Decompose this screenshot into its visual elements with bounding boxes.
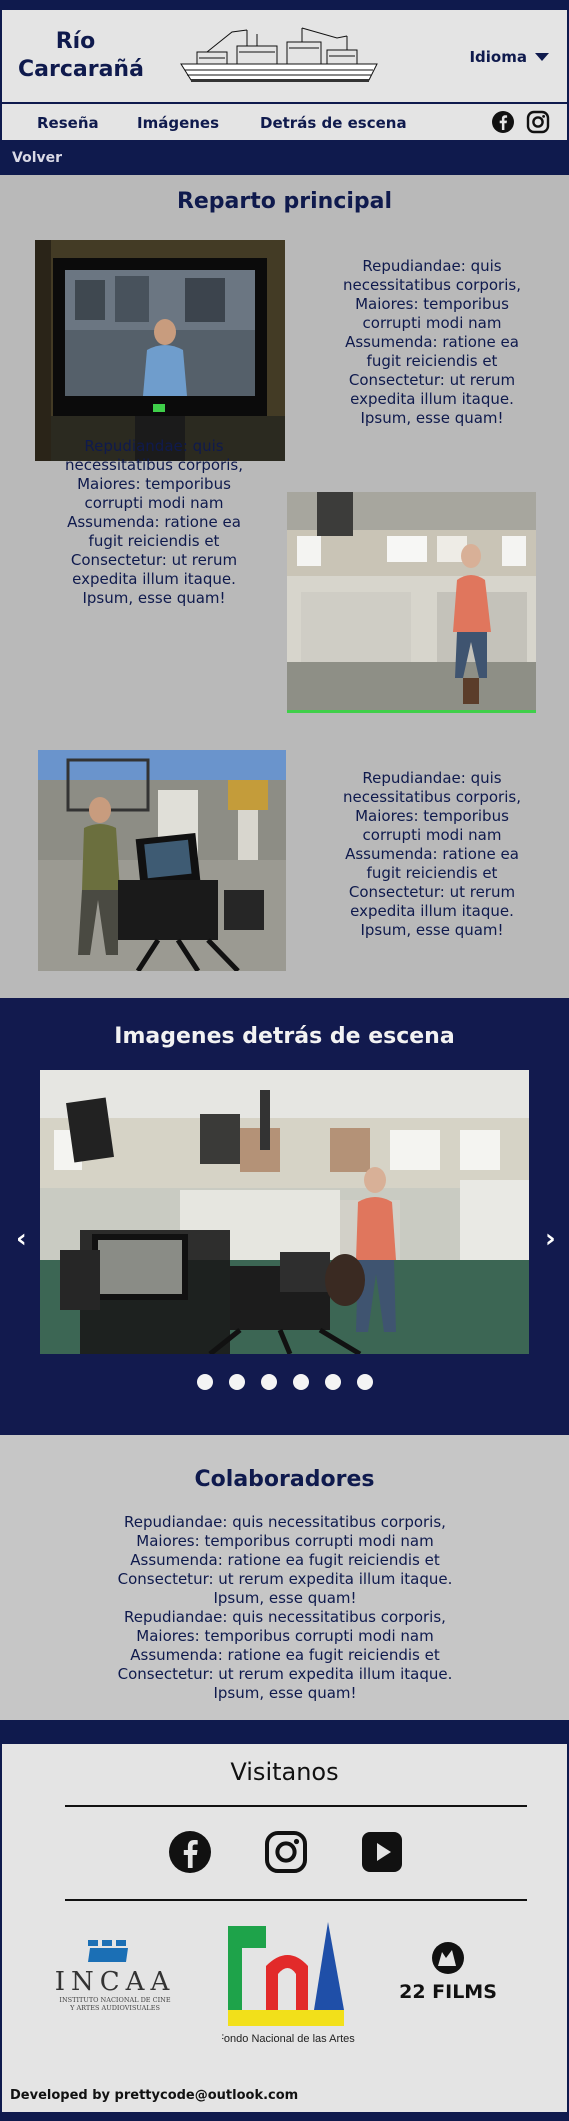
gallery-title: Imagenes detrás de escena <box>114 1024 455 1049</box>
gallery-section: Imagenes detrás de escena ‹ › <box>0 998 569 1435</box>
chevron-left-icon[interactable]: ‹ <box>16 1224 27 1254</box>
facebook-icon[interactable] <box>168 1830 212 1874</box>
nav-tab-resena[interactable]: Reseña <box>37 114 99 132</box>
site-logo-text[interactable]: Río Carcarañá <box>18 28 144 84</box>
incaa-logo[interactable]: INCAA INSTITUTO NACIONAL DE CINE Y ARTES… <box>50 1938 180 2018</box>
cast-bio-2: Repudiandae: quis necessitatibus corpori… <box>65 437 243 607</box>
brand-line-2: Carcarañá <box>18 57 144 82</box>
cast-bio-3: Repudiandae: quis necessitatibus corpori… <box>343 769 521 939</box>
back-link[interactable]: Volver <box>12 150 62 166</box>
brand-line-1: Río <box>55 29 96 54</box>
language-dropdown[interactable]: Idioma <box>469 48 549 66</box>
site-footer: Visitanos INCAA INSTITUTO NACIONAL DE CI… <box>0 1744 569 2112</box>
section-divider <box>0 1720 569 1744</box>
incaa-subtitle-1: INSTITUTO NACIONAL DE CINE <box>59 1996 170 2004</box>
incaa-subtitle-2: Y ARTES AUDIOVISUALES <box>69 2004 160 2012</box>
instagram-icon[interactable] <box>264 1830 308 1874</box>
carousel-dot-4[interactable] <box>292 1374 309 1390</box>
carousel-dot-3[interactable] <box>260 1374 277 1390</box>
ship-illustration <box>180 27 378 82</box>
incaa-wordmark: INCAA <box>55 1967 175 1997</box>
cast-bio-1: Repudiandae: quis necessitatibus corpori… <box>343 257 521 427</box>
cast-photo-2 <box>287 492 536 713</box>
fna-caption: Fondo Nacional de las Artes <box>222 2033 355 2045</box>
carousel-indicators <box>0 1374 569 1390</box>
gallery-slide[interactable] <box>40 1070 529 1354</box>
22-films-logo[interactable]: 22 FILMS <box>390 1940 510 2010</box>
developer-credit[interactable]: Developed by prettycode@outlook.com <box>10 2088 298 2103</box>
collaborators-section: Colaboradores Repudiandae: quis necessit… <box>0 1435 569 1720</box>
facebook-icon[interactable] <box>491 110 515 134</box>
collaborators-paragraph-2: Repudiandae: quis necessitatibus corpori… <box>117 1608 453 1702</box>
nav-tab-detras-de-escena[interactable]: Detrás de escena <box>260 114 407 132</box>
collaborators-title: Colaboradores <box>194 1467 375 1492</box>
carousel-dot-6[interactable] <box>356 1374 373 1390</box>
site-header: Río Carcarañá Idioma <box>0 8 569 104</box>
nav-tab-imagenes[interactable]: Imágenes <box>137 114 219 132</box>
collaborators-paragraph-1: Repudiandae: quis necessitatibus corpori… <box>117 1513 453 1607</box>
cast-photo-1 <box>35 240 285 461</box>
instagram-icon[interactable] <box>526 110 550 134</box>
back-bar: Volver <box>0 142 569 175</box>
bottom-border <box>0 2112 569 2121</box>
language-label: Idioma <box>469 48 527 66</box>
carousel-dot-5[interactable] <box>324 1374 341 1390</box>
top-border <box>0 0 569 8</box>
collaborators-text: Repudiandae: quis necessitatibus corpori… <box>95 1513 475 1703</box>
chevron-down-icon <box>535 53 549 61</box>
footer-rule-top <box>65 1805 527 1807</box>
fna-logo[interactable]: Fondo Nacional de las Artes <box>222 1918 357 2046</box>
cast-section: Reparto principal Repudiandae: quis nece… <box>0 175 569 998</box>
cast-photo-3 <box>38 750 286 971</box>
carousel-dot-1[interactable] <box>196 1374 213 1390</box>
youtube-icon[interactable] <box>360 1830 404 1874</box>
cast-title: Reparto principal <box>176 189 393 214</box>
footer-rule-bottom <box>65 1899 527 1901</box>
chevron-right-icon[interactable]: › <box>545 1224 556 1254</box>
carousel-dot-2[interactable] <box>228 1374 245 1390</box>
22-films-wordmark: 22 FILMS <box>399 1981 497 2003</box>
visit-title: Visitanos <box>230 1758 339 1786</box>
main-nav: Reseña Imágenes Detrás de escena <box>0 104 569 142</box>
